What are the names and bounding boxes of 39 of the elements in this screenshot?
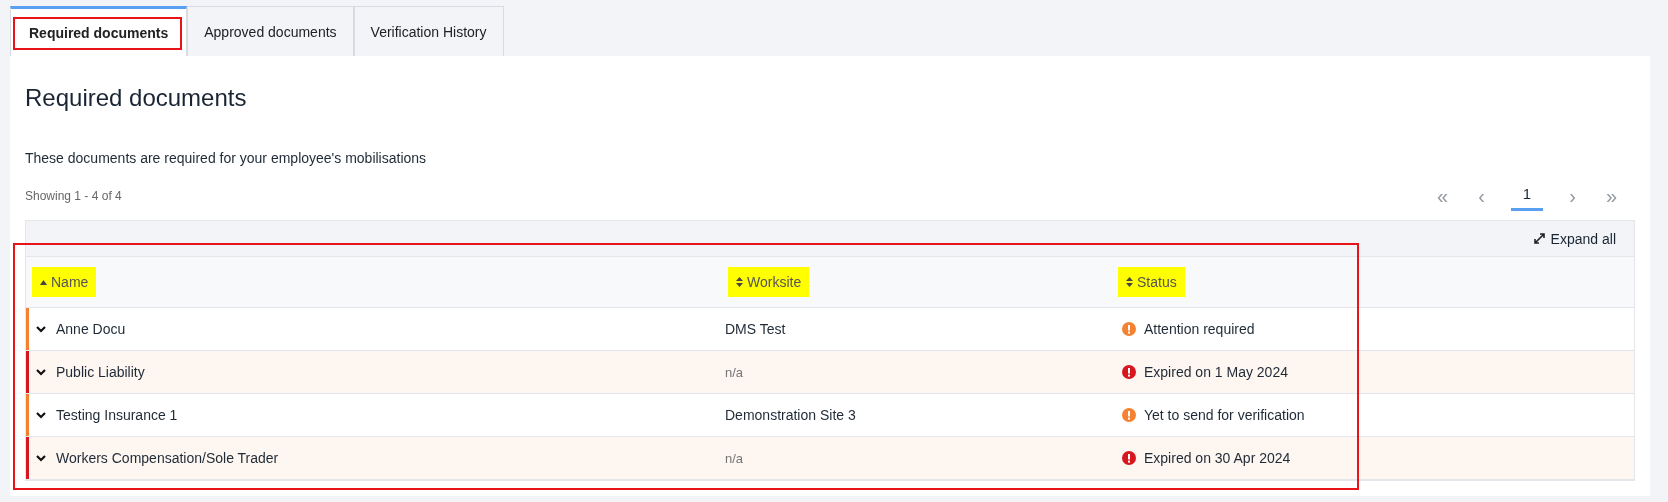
- table-row[interactable]: Anne Docu: [26, 308, 722, 351]
- sort-icon: [1126, 277, 1133, 287]
- worksite-text: Demonstration Site 3: [725, 407, 856, 423]
- table-row[interactable]: Testing Insurance 1: [26, 394, 722, 437]
- document-name: Public Liability: [56, 364, 145, 380]
- alert-icon: [1122, 322, 1136, 336]
- description-text: These documents are required for your employee's mobilisations: [25, 150, 428, 166]
- alert-icon: [1122, 365, 1136, 379]
- column-header[interactable]: Worksite: [728, 267, 810, 297]
- document-name: Workers Compensation/Sole Trader: [56, 450, 279, 466]
- sort-icon: [736, 277, 743, 287]
- alert-icon: [1122, 451, 1136, 465]
- alert-icon: [1122, 408, 1136, 422]
- page-heading: Required documents: [25, 84, 248, 112]
- status-text: Attention required: [1144, 321, 1255, 337]
- document-name: Anne Docu: [56, 321, 126, 337]
- tab[interactable]: Verification History: [353, 6, 504, 56]
- table-row[interactable]: Workers Compensation/Sole Trader: [26, 437, 722, 480]
- chevron-down-icon[interactable]: [36, 368, 46, 376]
- tab[interactable]: Approved documents: [187, 6, 354, 56]
- expand-icon: [1533, 233, 1545, 244]
- result-count: Showing 1 - 4 of 4: [25, 189, 122, 203]
- page-button[interactable]: 1: [1510, 181, 1544, 211]
- status-text: Expired on 30 Apr 2024: [1144, 450, 1291, 466]
- worksite-text: DMS Test: [725, 321, 786, 337]
- worksite-text: n/a: [725, 364, 744, 380]
- status-text: Expired on 1 May 2024: [1144, 364, 1288, 380]
- sort-ascending-icon: [40, 279, 47, 285]
- column-header[interactable]: Name: [32, 267, 97, 297]
- expand-all-button[interactable]: Expand all: [1527, 229, 1622, 248]
- column-header[interactable]: Status: [1118, 267, 1185, 297]
- chevron-down-icon[interactable]: [36, 411, 46, 419]
- chevron-down-icon[interactable]: [36, 454, 46, 462]
- chevron-down-icon[interactable]: [36, 325, 46, 333]
- table-row[interactable]: Public Liability: [26, 351, 722, 394]
- tab[interactable]: Required documents: [10, 6, 188, 56]
- worksite-text: n/a: [725, 450, 744, 466]
- document-name: Testing Insurance 1: [56, 407, 178, 423]
- status-text: Yet to send for verification: [1144, 407, 1305, 423]
